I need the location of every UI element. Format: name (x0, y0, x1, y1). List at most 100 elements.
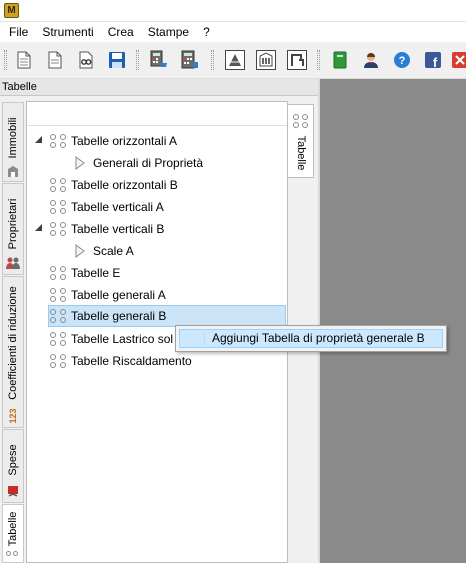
tree-item-label: Tabelle verticali B (71, 222, 165, 236)
save-button[interactable] (106, 49, 128, 71)
table-dots-icon (49, 332, 67, 346)
green-book-icon (333, 51, 347, 69)
tree-item-label: Tabelle Riscaldamento (71, 354, 192, 368)
collapse-arrow-icon[interactable] (35, 224, 42, 231)
tree-item[interactable]: Tabelle verticali B (49, 218, 164, 240)
tree-item-label: Scale A (93, 244, 134, 258)
numbers-icon-text: 123 (8, 408, 18, 424)
context-menu: Aggiungi Tabella di proprietà generale B (175, 325, 447, 352)
tab-proprietari-label: Proprietari (7, 198, 19, 250)
app-logo-icon: M (4, 3, 19, 18)
open-document-button[interactable] (44, 49, 66, 71)
tree-item[interactable]: Tabelle Lastrico sol (49, 328, 173, 350)
user-icon (364, 53, 378, 68)
menu-item-add-table[interactable]: Aggiungi Tabella di proprietà generale B (179, 329, 443, 348)
building-icon (256, 50, 276, 70)
svg-text:?: ? (399, 55, 406, 67)
tree-child-item[interactable]: Scale A (75, 240, 134, 262)
pipe-button[interactable] (286, 49, 308, 71)
menu-stampe[interactable]: Stampe (141, 22, 196, 42)
calculator-button[interactable] (178, 49, 200, 71)
close-button[interactable] (449, 49, 466, 71)
table-dots-icon (49, 178, 67, 192)
people-icon (6, 257, 20, 269)
toolbar-grip[interactable] (136, 50, 139, 70)
calculator-cart-button[interactable] (148, 49, 170, 71)
numbers-icon: 123 (5, 407, 21, 425)
tree-header (27, 102, 287, 126)
play-icon (75, 156, 85, 170)
tree-item[interactable]: Tabelle generali A (49, 284, 166, 306)
menu-help[interactable]: ? (196, 22, 217, 42)
tab-spese[interactable]: Spese (2, 429, 24, 503)
table-dots-icon (49, 309, 67, 323)
play-icon (75, 244, 85, 258)
table-dots-icon (49, 288, 67, 302)
tree-item-label: Tabelle generali A (71, 288, 166, 302)
close-icon (452, 52, 466, 68)
tree-item-label: Tabelle generali B (71, 309, 167, 323)
tab-tabelle-label: Tabelle (7, 511, 19, 547)
table-dots-icon (49, 200, 67, 214)
user-button[interactable] (360, 49, 382, 71)
tab-proprietari[interactable]: Proprietari (2, 183, 24, 275)
calculator-icon (181, 50, 198, 69)
toolbar: ? f (0, 42, 466, 79)
toolbar-grip[interactable] (211, 50, 214, 70)
tab-coefficienti-label: Coefficienti di riduzione (7, 286, 19, 400)
tree-item-label: Generali di Proprietà (93, 156, 204, 170)
tree-item-selected[interactable]: Tabelle generali B (48, 305, 286, 327)
workspace-area (318, 79, 466, 563)
help-icon: ? (394, 52, 410, 68)
pyramid-button[interactable] (224, 49, 246, 71)
tree-item-label: Tabelle orizzontali B (71, 178, 178, 192)
save-icon (109, 52, 125, 68)
building-icon (8, 166, 18, 177)
tree-item-label: Tabelle orizzontali A (71, 134, 178, 148)
facebook-button[interactable]: f (422, 49, 444, 71)
print-preview-button[interactable] (75, 49, 97, 71)
new-document-icon (17, 51, 31, 69)
panel-splitter[interactable] (318, 79, 320, 563)
tree-item[interactable]: Tabelle Riscaldamento (49, 350, 192, 372)
expense-icon (8, 486, 18, 497)
tab-tabelle-right-label: Tabelle (294, 135, 307, 171)
new-document-button[interactable] (13, 49, 35, 71)
toolbar-grip[interactable] (4, 50, 7, 70)
menu-bar: File Strumenti Crea Stampe ? (0, 22, 466, 42)
table-dots-icon (49, 354, 67, 368)
menu-crea[interactable]: Crea (101, 22, 141, 42)
title-bar: M (0, 0, 466, 22)
tree-item-label: Tabelle Lastrico sol (71, 332, 174, 346)
collapse-arrow-icon[interactable] (35, 136, 42, 143)
tree-item-label: Tabelle verticali A (71, 200, 164, 214)
building-button[interactable] (255, 49, 277, 71)
open-document-icon (48, 51, 62, 69)
menu-strumenti[interactable]: Strumenti (35, 22, 100, 42)
green-book-button[interactable] (329, 49, 351, 71)
tree-item-label: Tabelle E (71, 266, 121, 280)
tab-coefficienti-riduzione[interactable]: Coefficienti di riduzione 123 (2, 276, 24, 428)
toolbar-grip[interactable] (317, 50, 320, 70)
tab-tabelle[interactable]: Tabelle (2, 504, 24, 563)
pyramid-icon (225, 50, 245, 70)
tree-item[interactable]: Tabelle orizzontali A (49, 130, 177, 152)
calculator-cart-icon (150, 50, 167, 67)
svg-text:f: f (433, 55, 438, 69)
tree-item[interactable]: Tabelle orizzontali B (49, 174, 178, 196)
table-dots-icon (5, 551, 21, 563)
tree-child-item[interactable]: Generali di Proprietà (75, 152, 203, 174)
tab-immobili-label: Immobili (7, 117, 19, 159)
table-dots-icon (49, 222, 67, 236)
print-preview-icon (79, 51, 93, 69)
tab-immobili[interactable]: Immobili (2, 102, 24, 182)
tab-spese-label: Spese (7, 444, 19, 476)
table-dots-icon (49, 266, 67, 280)
tab-tabelle-right[interactable]: Tabelle (288, 104, 314, 178)
table-dots-icon (49, 134, 67, 148)
tree-item[interactable]: Tabelle verticali A (49, 196, 164, 218)
menu-file[interactable]: File (2, 22, 35, 42)
help-button[interactable]: ? (391, 49, 413, 71)
pipe-icon (287, 50, 307, 70)
tree-item[interactable]: Tabelle E (49, 262, 120, 284)
